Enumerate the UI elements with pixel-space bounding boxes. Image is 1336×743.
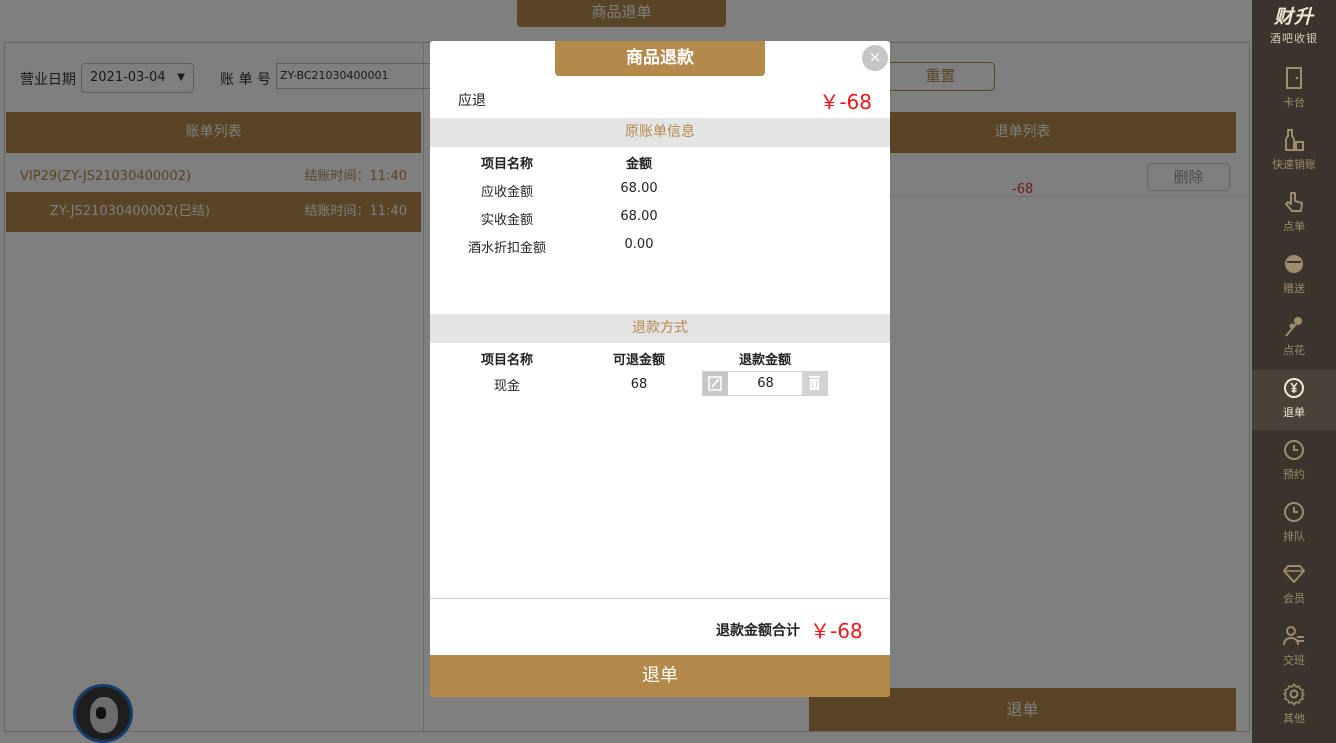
original-row-name: 应收金额 [480,185,533,200]
sidebar-item-handover[interactable]: 交班 [1252,618,1336,678]
sidebar-item-reservation[interactable]: 预约 [1252,432,1336,492]
sidebar-item-label: 点单 [1283,220,1305,233]
sidebar-item-label: 预约 [1283,468,1305,481]
refund-total-label: 退款金额合计 [716,623,800,639]
original-row-name: 实收金额 [480,213,533,228]
brand-name: 财升 [1273,6,1314,28]
sidebar-item-order[interactable]: 点单 [1252,184,1336,244]
col-header-refundable: 可退金额 [612,353,665,368]
original-row-amount: 0.00 [624,237,654,252]
method-row-name: 现金 [493,379,520,394]
amount-due-value: ￥-68 [819,90,872,114]
trash-icon [809,376,820,390]
original-bill-section-header: 原账单信息 [430,118,890,147]
refund-amount-input[interactable]: 68 [729,372,802,395]
brand-logo: 财升 酒吧收银 [1252,2,1336,46]
clock-icon [1284,502,1304,522]
sidebar-item-label: 其他 [1283,712,1305,725]
sidebar-item-label: 卡台 [1283,96,1305,109]
refund-amount-editor: 68 [702,371,828,396]
dialog-refund-button[interactable]: 退单 [430,655,890,697]
sidebar-item-quick-writeoff[interactable]: 快速销账 [1252,122,1336,182]
dialog-title: 商品退款 [555,41,765,76]
bottle-icon [1285,129,1304,151]
original-row-amount: 68.00 [620,209,658,224]
sidebar-item-label: 交班 [1283,654,1305,667]
method-row-refundable: 68 [630,377,648,392]
handover-icon [1283,626,1304,646]
sidebar-item-label: 快速销账 [1272,158,1316,171]
sidebar-item-flowers[interactable]: 点花 [1252,308,1336,368]
yen-refund-icon [1284,378,1304,398]
sidebar-item-label: 点花 [1283,344,1305,357]
original-row-amount: 68.00 [620,181,658,196]
amount-due-label: 应退 [458,93,486,109]
col-header-item-name: 项目名称 [480,353,533,368]
refund-dialog: 商品退款 × 应退 ￥-68 原账单信息 项目名称 金额 应收金额 68.00 … [430,41,890,697]
edit-button[interactable] [703,372,728,395]
clock-icon [1284,440,1304,460]
sidebar-item-member[interactable]: 会员 [1252,556,1336,616]
col-header-refund-amount: 退款金额 [738,353,791,368]
brand-subtitle: 酒吧收银 [1270,32,1318,45]
diamond-icon [1283,565,1305,583]
gift-icon [1285,255,1303,273]
col-header-amount: 金额 [625,157,652,172]
sidebar-item-label: 赠送 [1283,282,1305,295]
sidebar-item-label: 退单 [1283,406,1305,419]
gear-icon [1283,683,1305,706]
sidebar-item-queue[interactable]: 排队 [1252,494,1336,554]
sidebar-item-tables[interactable]: 卡台 [1252,60,1336,120]
hand-pointer-icon [1285,192,1303,212]
sidebar-item-refund[interactable]: 退单 [1252,370,1336,430]
sidebar-item-label: 排队 [1283,530,1305,543]
sidebar-item-label: 会员 [1283,592,1305,605]
clear-button[interactable] [802,372,827,395]
footer-divider [430,598,890,599]
col-header-item-name: 项目名称 [480,157,533,172]
flower-icon [1285,317,1302,337]
pencil-icon [708,376,722,391]
sidebar-item-other[interactable]: 其他 [1252,676,1336,736]
close-icon[interactable]: × [862,45,888,71]
refund-method-section-header: 退款方式 [430,314,890,343]
door-icon [1286,67,1302,89]
sidebar: 财升 酒吧收银 卡台 快速销账 点单 赠送 点花 退单 预约 排队 会员 交班 [1252,0,1336,743]
refund-total-value: ￥-68 [810,619,863,643]
sidebar-item-gift[interactable]: 赠送 [1252,246,1336,306]
original-row-name: 酒水折扣金额 [467,241,546,256]
